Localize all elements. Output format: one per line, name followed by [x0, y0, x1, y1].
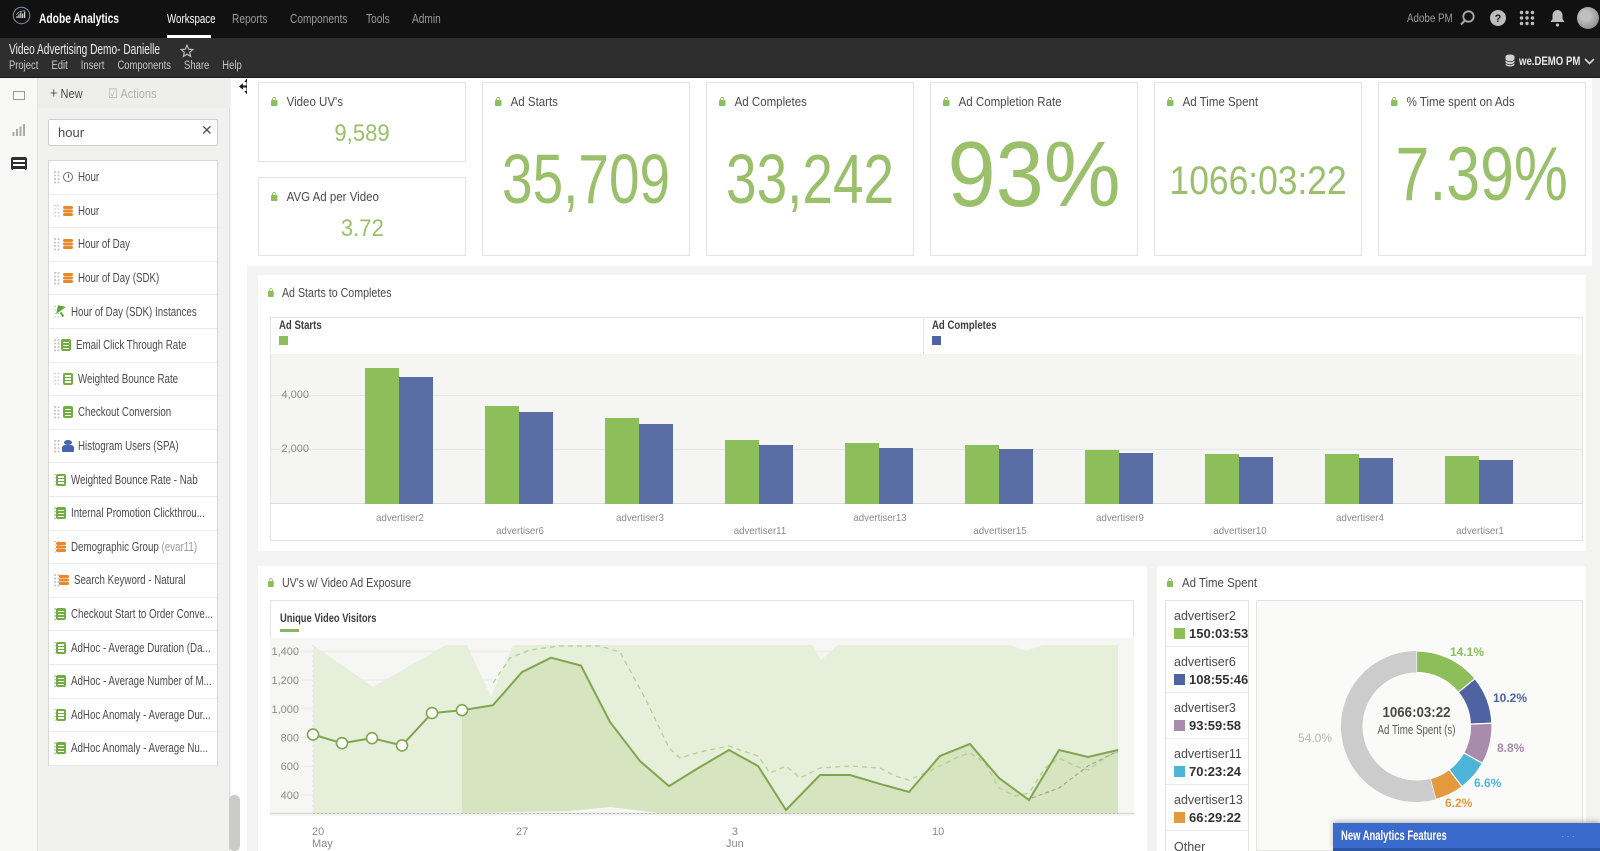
svg-text:?: ?	[1495, 13, 1502, 25]
svg-text:800: 800	[281, 733, 299, 745]
svg-text:6.2%: 6.2%	[1445, 796, 1473, 810]
svg-text:1066:03:22: 1066:03:22	[1383, 704, 1451, 721]
svg-text:Ad Time Spent (s): Ad Time Spent (s)	[1378, 722, 1456, 737]
svg-text:54.0%: 54.0%	[1298, 731, 1332, 745]
svg-text:1,200: 1,200	[271, 675, 299, 687]
svg-text:1,400: 1,400	[271, 646, 299, 658]
svg-text:14.1%: 14.1%	[1450, 645, 1484, 659]
svg-text:1,000: 1,000	[271, 704, 299, 716]
svg-text:8.8%: 8.8%	[1497, 741, 1525, 755]
svg-text:400: 400	[281, 790, 299, 802]
svg-text:10.2%: 10.2%	[1493, 691, 1527, 705]
svg-text:6.6%: 6.6%	[1474, 776, 1502, 790]
svg-text:600: 600	[281, 761, 299, 773]
